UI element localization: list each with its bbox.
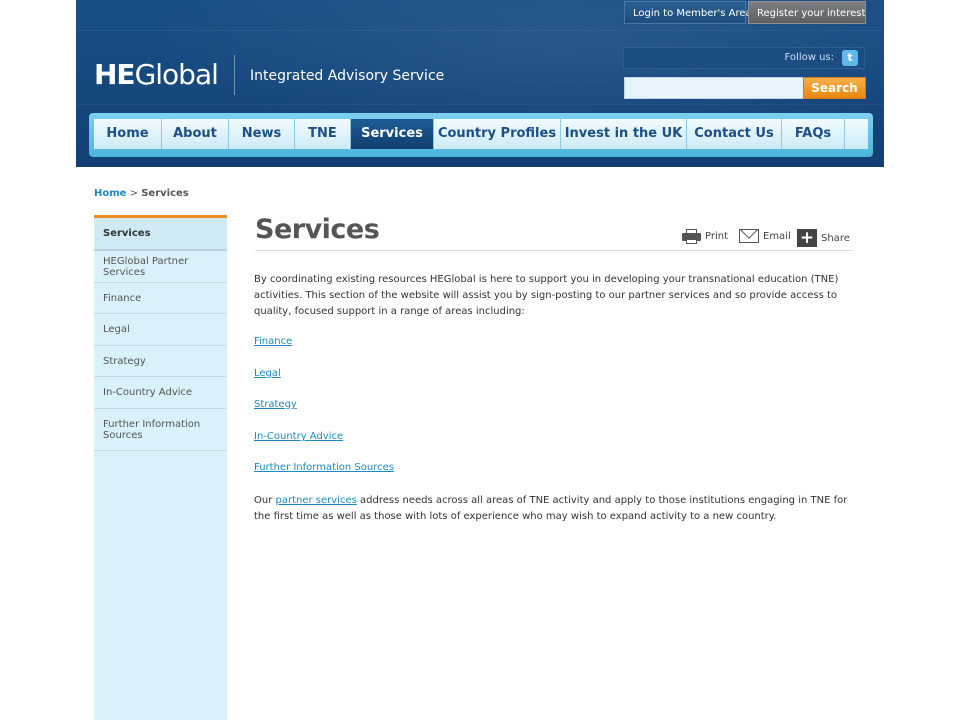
breadcrumb: Home > Services: [94, 188, 189, 199]
page-title: Services: [255, 214, 380, 245]
breadcrumb-separator: >: [129, 188, 139, 199]
intro-paragraph: By coordinating existing resources HEGlo…: [254, 274, 839, 317]
site-logo[interactable]: HEGlobal: [94, 56, 219, 94]
header-decor-line: [76, 30, 884, 31]
main-nav: Home About News TNE Services Country Pro…: [94, 119, 868, 149]
site-tagline: Integrated Advisory Service: [250, 68, 445, 84]
nav-item-tne[interactable]: TNE: [295, 119, 351, 149]
breadcrumb-current: Services: [141, 188, 189, 199]
login-button[interactable]: Login to Member's Area: [624, 1, 752, 24]
nav-end-cap: [845, 119, 868, 149]
search-button[interactable]: Search: [803, 77, 866, 99]
twitter-icon[interactable]: t: [842, 50, 858, 66]
link-in-country-advice[interactable]: In-Country Advice: [254, 431, 343, 442]
link-legal[interactable]: Legal: [254, 368, 281, 379]
closing-paragraph: Our partner services address needs acros…: [254, 493, 854, 525]
nav-item-news[interactable]: News: [229, 119, 295, 149]
sidebar: Services HEGlobal Partner Services Finan…: [94, 215, 227, 720]
breadcrumb-home-link[interactable]: Home: [94, 188, 126, 199]
envelope-icon: [739, 229, 759, 243]
print-label: Print: [705, 231, 729, 242]
print-button[interactable]: Print: [682, 229, 728, 244]
follow-bar: Follow us: t: [623, 47, 865, 69]
sidebar-item-strategy[interactable]: Strategy: [94, 346, 227, 377]
header-decor-line: [76, 104, 884, 105]
plus-icon: +: [797, 229, 817, 247]
link-finance[interactable]: Finance: [254, 336, 292, 347]
sidebar-item-finance[interactable]: Finance: [94, 283, 227, 314]
nav-item-invest-in-the-uk[interactable]: Invest in the UK: [561, 119, 687, 149]
logo-bold-text: HE: [94, 58, 136, 91]
share-button[interactable]: + Share: [797, 229, 850, 247]
follow-label: Follow us:: [784, 52, 834, 63]
share-label: Share: [821, 232, 850, 244]
closing-text-start: Our: [254, 495, 276, 506]
nav-item-faqs[interactable]: FAQs: [782, 119, 845, 149]
print-icon: [682, 229, 701, 244]
logo-divider: [234, 55, 235, 95]
nav-item-country-profiles[interactable]: Country Profiles: [434, 119, 561, 149]
nav-item-about[interactable]: About: [162, 119, 229, 149]
sidebar-item-legal[interactable]: Legal: [94, 314, 227, 346]
nav-item-home[interactable]: Home: [94, 119, 162, 149]
search-input[interactable]: [624, 77, 804, 99]
nav-item-contact-us[interactable]: Contact Us: [687, 119, 782, 149]
nav-item-services[interactable]: Services: [351, 119, 434, 149]
email-label: Email: [763, 230, 791, 242]
link-strategy[interactable]: Strategy: [254, 399, 297, 410]
link-further-information-sources[interactable]: Further Information Sources: [254, 462, 394, 473]
sidebar-item-further-information-sources[interactable]: Further Information Sources: [94, 409, 227, 451]
register-button[interactable]: Register your interest: [748, 1, 866, 24]
email-button[interactable]: Email: [739, 229, 791, 243]
partner-services-link[interactable]: partner services: [276, 495, 357, 506]
sidebar-item-in-country-advice[interactable]: In-Country Advice: [94, 377, 227, 409]
logo-light-text: Global: [134, 58, 219, 91]
site-header: Login to Member's Area Register your int…: [76, 0, 884, 167]
sidebar-item-services[interactable]: Services: [94, 218, 227, 251]
sidebar-item-heglobal-partner-services[interactable]: HEGlobal Partner Services: [94, 251, 227, 283]
title-rule: [255, 250, 853, 251]
